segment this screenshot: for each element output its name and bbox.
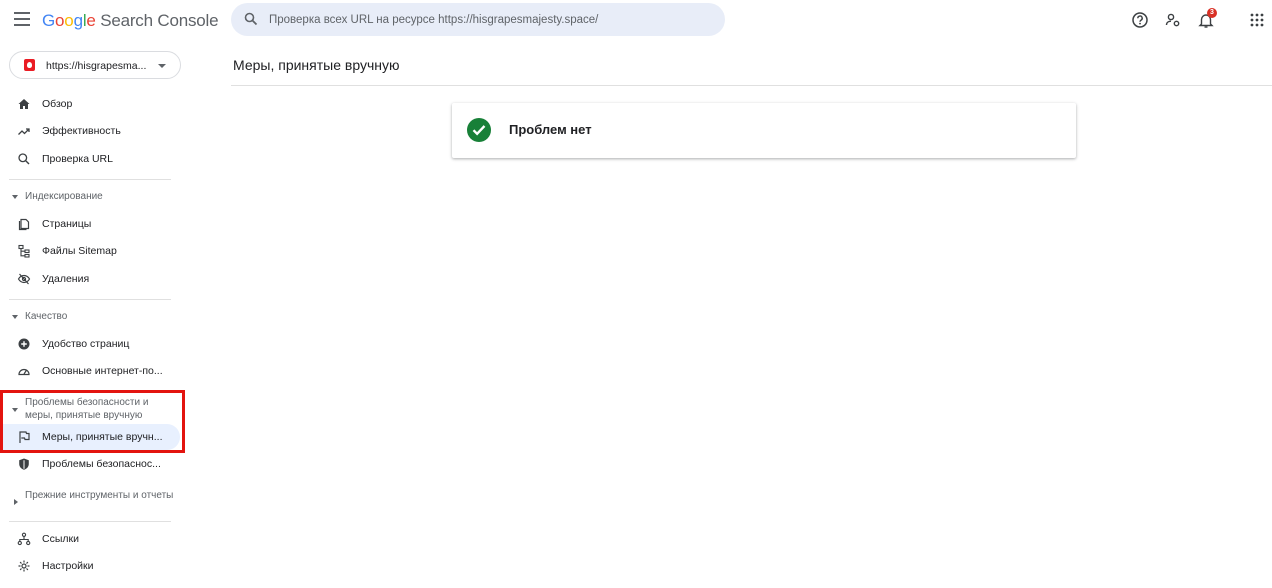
sidebar-item-pages[interactable]: Страницы bbox=[0, 211, 180, 237]
url-inspection-search[interactable] bbox=[231, 3, 725, 36]
check-circle-icon bbox=[467, 118, 491, 142]
caret-down-icon bbox=[12, 195, 18, 199]
sidebar-item-core-web-vitals[interactable]: Основные интернет-по... bbox=[0, 358, 180, 384]
account-settings-icon[interactable] bbox=[1164, 11, 1182, 29]
help-icon[interactable] bbox=[1131, 11, 1149, 29]
top-app-bar: Google Search Console 3 bbox=[0, 0, 1272, 42]
sidebar-item-removals[interactable]: Удаления bbox=[0, 266, 180, 292]
speed-gauge-icon bbox=[18, 368, 30, 376]
visibility-off-icon bbox=[17, 273, 31, 285]
notification-badge: 3 bbox=[1207, 8, 1217, 18]
sidebar-item-performance[interactable]: Эффективность bbox=[0, 118, 180, 144]
property-selector[interactable]: https://hisgrapesma... bbox=[9, 51, 181, 79]
search-icon bbox=[244, 12, 258, 26]
shield-icon bbox=[19, 458, 29, 470]
search-icon bbox=[18, 153, 30, 165]
sidebar-item-url-inspection[interactable]: Проверка URL bbox=[0, 146, 180, 172]
trending-up-icon bbox=[18, 128, 30, 135]
pages-icon bbox=[18, 218, 30, 231]
sidebar-item-page-experience[interactable]: Удобство страниц bbox=[0, 331, 180, 357]
menu-icon[interactable] bbox=[14, 12, 30, 26]
product-logo[interactable]: Google Search Console bbox=[42, 11, 219, 31]
sidebar-item-sitemaps[interactable]: Файлы Sitemap bbox=[0, 238, 180, 264]
section-indexing[interactable]: Индексирование bbox=[0, 190, 180, 204]
section-quality[interactable]: Качество bbox=[0, 310, 180, 324]
sitemap-icon bbox=[18, 244, 30, 258]
sidebar-divider bbox=[9, 179, 171, 180]
page-title: Меры, принятые вручную bbox=[233, 57, 400, 73]
apps-grid-icon[interactable] bbox=[1248, 11, 1266, 29]
caret-down-icon bbox=[12, 315, 18, 319]
caret-right-icon bbox=[14, 499, 18, 505]
sidebar-divider bbox=[9, 299, 171, 300]
section-legacy-tools[interactable]: Прежние инструменты и отчеты bbox=[0, 489, 180, 515]
search-input[interactable] bbox=[269, 10, 709, 30]
highlight-annotation-box bbox=[0, 390, 185, 453]
sidebar-item-settings[interactable]: Настройки bbox=[0, 553, 180, 579]
sidebar-divider bbox=[9, 521, 171, 522]
chevron-down-icon bbox=[158, 64, 166, 68]
sidebar-item-overview[interactable]: Обзор bbox=[0, 91, 180, 117]
sidebar-item-security-issues[interactable]: Проблемы безопаснос... bbox=[0, 451, 180, 477]
add-circle-icon bbox=[18, 338, 30, 350]
home-icon bbox=[18, 99, 30, 109]
gear-icon bbox=[18, 560, 30, 572]
status-message: Проблем нет bbox=[509, 122, 592, 137]
status-card: Проблем нет bbox=[452, 103, 1076, 158]
sidebar-item-links[interactable]: Ссылки bbox=[0, 526, 180, 552]
page-header-divider bbox=[231, 85, 1272, 86]
links-network-icon bbox=[17, 532, 31, 546]
site-favicon-icon bbox=[24, 59, 35, 71]
